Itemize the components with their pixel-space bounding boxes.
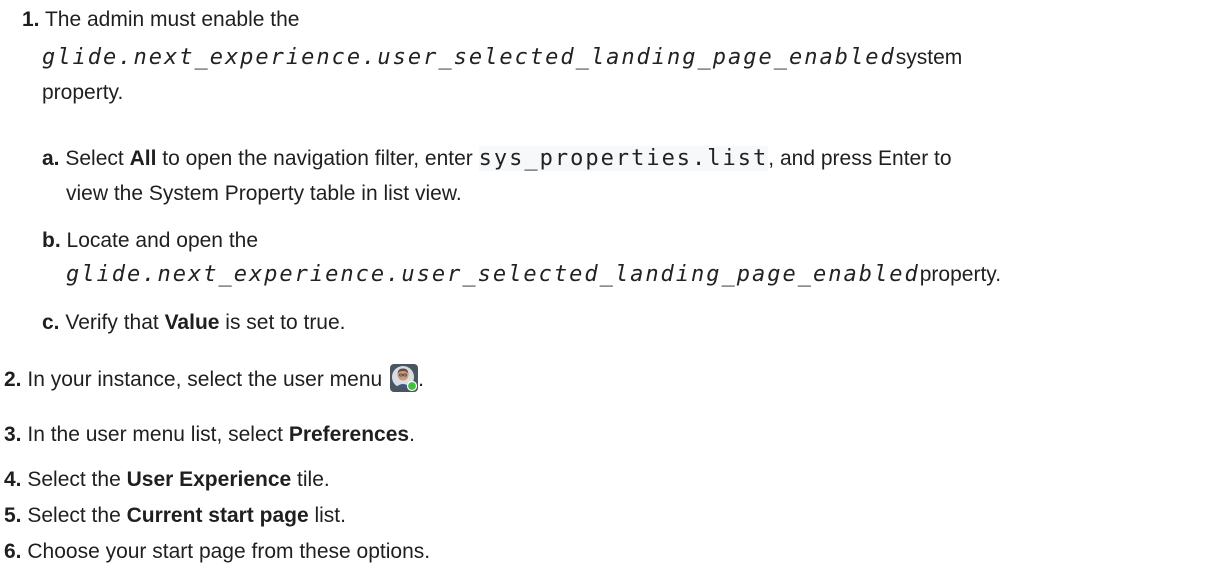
- substep-a-line2: view the System Property table in list v…: [66, 179, 462, 209]
- step-number: 3.: [4, 423, 22, 446]
- step-number: 1.: [22, 8, 40, 31]
- step-text: .: [409, 423, 415, 446]
- substep-text: view the System Property table in list v…: [66, 182, 462, 205]
- user-experience-label: User Experience: [126, 468, 292, 491]
- preferences-label: Preferences: [288, 423, 410, 446]
- step-6: 6. Choose your start page from these opt…: [4, 537, 430, 567]
- substep-text: property.: [919, 263, 1002, 286]
- substep-text: Select: [65, 147, 130, 170]
- substep-letter: a.: [42, 147, 60, 170]
- step-number: 6.: [4, 540, 22, 563]
- step-text: In your instance, select the user menu: [27, 368, 383, 391]
- step-text: tile.: [291, 468, 330, 491]
- substep-letter: c.: [42, 311, 60, 334]
- substep-b: b. Locate and open the: [42, 226, 258, 256]
- step-text: list.: [308, 504, 346, 527]
- substep-text: Locate and open the: [66, 229, 259, 252]
- step-text: In the user menu list, select: [27, 423, 289, 446]
- substep-letter: b.: [42, 229, 61, 252]
- property-name: glide.next_experience.user_selected_land…: [42, 45, 896, 70]
- substep-text: Verify that: [65, 311, 165, 334]
- step-number: 2.: [4, 368, 22, 391]
- step-1-line3: property.: [42, 78, 123, 108]
- step-text: Select the: [27, 504, 127, 527]
- step-number: 5.: [4, 504, 22, 527]
- step-1: 1. The admin must enable the: [22, 5, 299, 35]
- step-5: 5. Select the Current start page list.: [4, 501, 346, 531]
- step-text: .: [418, 368, 424, 391]
- step-1-property-line: glide.next_experience.user_selected_land…: [42, 43, 962, 73]
- substep-text: is set to true.: [219, 311, 346, 334]
- code-sys-properties: sys_properties.list: [478, 146, 769, 171]
- substep-text: to open the navigation filter, enter: [156, 147, 479, 170]
- all-menu-label: All: [129, 147, 157, 170]
- current-start-page-label: Current start page: [126, 504, 309, 527]
- step-2: 2. In your instance, select the user men…: [4, 364, 424, 395]
- step-text: Choose your start page from these option…: [27, 540, 431, 563]
- user-avatar-icon: [390, 364, 419, 392]
- step-3: 3. In the user menu list, select Prefere…: [4, 420, 415, 450]
- step-number: 4.: [4, 468, 22, 491]
- substep-b-property-line: glide.next_experience.user_selected_land…: [66, 260, 1001, 290]
- value-field-label: Value: [164, 311, 220, 334]
- substep-a: a. Select All to open the navigation fil…: [42, 144, 952, 174]
- step-text: system: [895, 46, 963, 69]
- substep-c: c. Verify that Value is set to true.: [42, 308, 346, 338]
- property-name: glide.next_experience.user_selected_land…: [66, 262, 920, 287]
- instructions-page: 1. The admin must enable the glide.next_…: [0, 0, 1214, 573]
- step-text: property.: [42, 81, 124, 104]
- step-4: 4. Select the User Experience tile.: [4, 465, 330, 495]
- substep-text: , and press Enter to: [768, 147, 952, 170]
- step-text: Select the: [27, 468, 127, 491]
- step-text: The admin must enable the: [44, 8, 300, 31]
